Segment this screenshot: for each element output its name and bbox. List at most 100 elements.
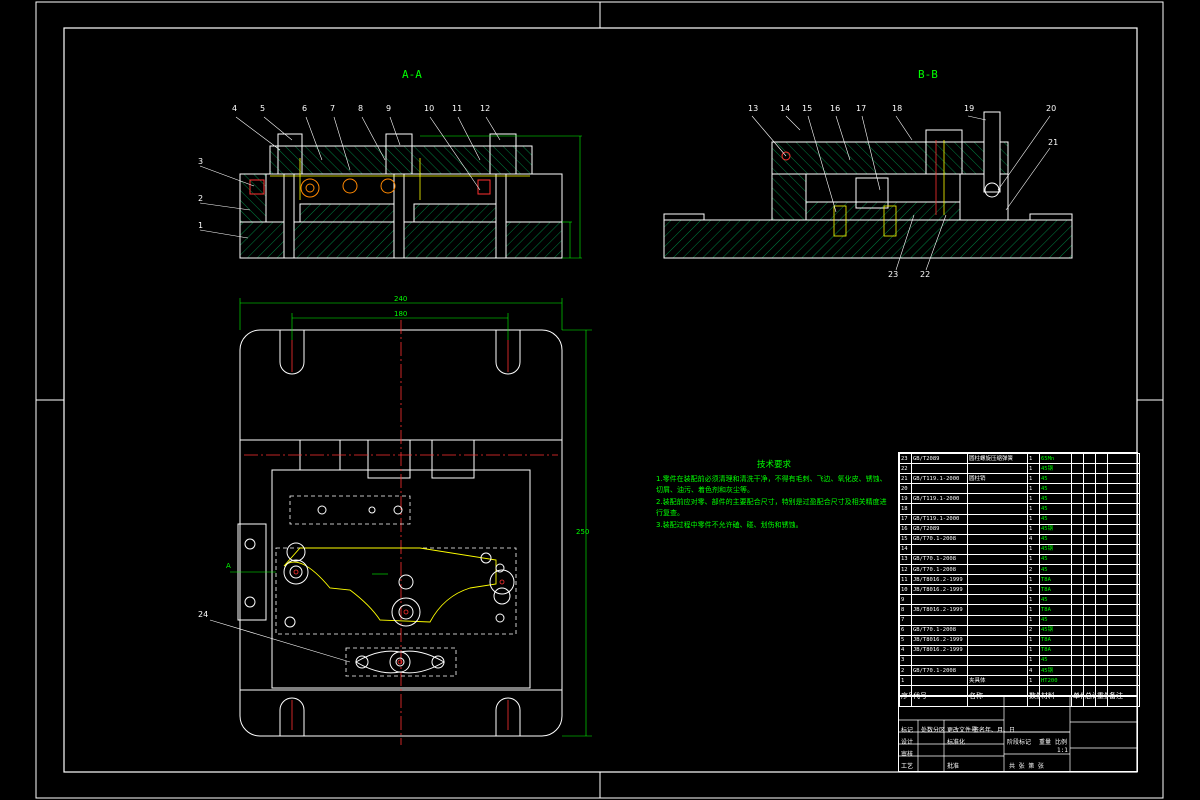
bom-cell-qty: 4 — [1027, 664, 1040, 677]
bom-cell-weight — [1095, 463, 1108, 475]
section-b-view — [663, 111, 1073, 259]
bom-cell-material: 45 — [1039, 594, 1072, 606]
bom-cell-remark — [1107, 503, 1140, 515]
bom-cell-name — [967, 513, 1028, 525]
bom-cell-qty: 1 — [1027, 543, 1040, 555]
bom-cell-material: 45 — [1039, 614, 1072, 626]
bom-cell-no: 3 — [899, 654, 912, 666]
bom-cell-weight — [1095, 483, 1108, 495]
bom-cell-total — [1083, 564, 1096, 576]
tb-date: 年、月、日 — [985, 727, 1016, 734]
bom-cell-weight — [1095, 594, 1108, 606]
bom-cell-name — [967, 553, 1028, 566]
bom-row: 18 1 45 — [899, 503, 1140, 515]
bom-cell-qty: 1 — [1027, 604, 1040, 616]
bom-cell-code: GB/T70.1-2008 — [911, 624, 968, 636]
bom-row: 11 JB/T8016.2-1999 1 T8A — [899, 574, 1140, 586]
bom-cell-remark — [1107, 473, 1140, 485]
balloon-9: 9 — [386, 104, 392, 113]
title-block: 标记 处数 分区 更改文件号 签名 年、月、日 设计 标准化 审核 工艺 批准 … — [898, 696, 1138, 772]
bom-cell-total — [1083, 664, 1096, 677]
bom-cell-unit — [1071, 584, 1084, 596]
bom-cell-code — [911, 675, 968, 687]
tb-sheets: 共 张 第 张 — [1009, 763, 1044, 770]
tb-count: 处数 — [921, 727, 934, 734]
bom-row: 14 1 45钢 — [899, 543, 1140, 555]
bom-cell-code — [911, 483, 968, 495]
bom-cell-remark — [1107, 634, 1140, 646]
bom-row: 16 GB/T2089 1 45钢 — [899, 523, 1140, 535]
bom-cell-total — [1083, 624, 1096, 636]
bom-cell-remark — [1107, 553, 1140, 566]
bom-cell-unit — [1071, 574, 1084, 586]
bom-cell-remark — [1107, 644, 1140, 656]
bom-cell-code: GB/T70.1-2008 — [911, 564, 968, 576]
bom-cell-weight — [1095, 503, 1108, 515]
bom-cell-qty: 1 — [1027, 675, 1040, 687]
bom-cell-material: 45钢 — [1039, 523, 1072, 535]
bom-cell-code: JB/T8016.2-1999 — [911, 604, 968, 616]
bom-row: 7 1 45 — [899, 614, 1140, 626]
bom-cell-weight — [1095, 493, 1108, 505]
bom-cell-weight — [1095, 574, 1108, 586]
bom-cell-code — [911, 594, 968, 606]
bom-cell-qty: 2 — [1027, 564, 1040, 576]
bom-cell-total — [1083, 604, 1096, 616]
bom-cell-remark — [1107, 574, 1140, 586]
bom-cell-total — [1083, 644, 1096, 656]
bom-cell-no: 18 — [899, 503, 912, 515]
bom-row: 6 GB/T70.1-2008 2 45钢 — [899, 624, 1140, 636]
bom-row: 21 GB/T119.1-2000 圆柱销 1 45 — [899, 473, 1140, 485]
bill-of-materials: 23 GB/T2089 圆柱螺旋压缩弹簧 1 65Mn 22 1 45钢 21 GB/T119.1… — [898, 452, 1140, 708]
bom-row: 15 GB/T70.1-2008 4 45 — [899, 533, 1140, 545]
bom-cell-unit — [1071, 533, 1084, 545]
bom-cell-remark — [1107, 654, 1140, 666]
bom-cell-material: 45钢 — [1039, 543, 1072, 555]
bom-row: 9 1 45 — [899, 594, 1140, 606]
balloon-8: 8 — [358, 104, 364, 113]
section-a-title: A-A — [402, 68, 422, 81]
bom-cell-material: 65Mn — [1039, 452, 1072, 465]
bom-cell-qty: 1 — [1027, 452, 1040, 465]
bom-cell-no: 22 — [899, 463, 912, 475]
bom-cell-unit — [1071, 564, 1084, 576]
tech-req-item-2: 2.装配前应对零、部件的主要配合尺寸，特别是过盈配合尺寸及相关精度进行复查。 — [656, 497, 887, 518]
bom-cell-weight — [1095, 473, 1108, 485]
bom-cell-name: 夹具体 — [967, 675, 1028, 687]
bom-cell-material: 45钢 — [1039, 463, 1072, 475]
balloon-11: 11 — [452, 104, 463, 113]
bom-cell-qty: 1 — [1027, 553, 1040, 566]
bom-cell-name: 圆柱螺旋压缩弹簧 — [967, 452, 1028, 465]
bom-cell-unit — [1071, 493, 1084, 505]
section-a-view — [239, 133, 582, 259]
bom-cell-unit — [1071, 594, 1084, 606]
bom-cell-material: 45 — [1039, 493, 1072, 505]
technical-requirements: 技术要求 1.零件在装配前必须清理和清洗干净，不得有毛刺、飞边、氧化皮、锈蚀、切… — [656, 460, 892, 531]
balloon-14: 14 — [780, 104, 791, 113]
bom-cell-qty: 1 — [1027, 473, 1040, 485]
bom-cell-weight — [1095, 553, 1108, 566]
bom-row: 12 GB/T70.1-2008 2 45 — [899, 564, 1140, 576]
tb-standard: 标准化 — [947, 739, 966, 746]
bom-cell-no: 20 — [899, 483, 912, 495]
bom-row: 13 GB/T70.1-2008 1 45 — [899, 553, 1140, 566]
bom-cell-total — [1083, 473, 1096, 485]
bom-cell-name: 圆柱销 — [967, 473, 1028, 485]
balloon-22: 22 — [920, 270, 931, 279]
bom-row: 19 GB/T119.1-2000 1 45 — [899, 493, 1140, 505]
bom-cell-qty: 1 — [1027, 463, 1040, 475]
bom-cell-name — [967, 503, 1028, 515]
bom-cell-weight — [1095, 513, 1108, 525]
bom-cell-qty: 1 — [1027, 584, 1040, 596]
section-b-balloon-row: 13 14 15 16 17 18 19 20 — [748, 104, 1068, 116]
tb-mark: 标记 — [901, 727, 914, 734]
bom-cell-unit — [1071, 624, 1084, 636]
bom-cell-code: JB/T8016.2-1999 — [911, 634, 968, 646]
bom-cell-qty: 1 — [1027, 574, 1040, 586]
bom-cell-remark — [1107, 614, 1140, 626]
bom-cell-no: 17 — [899, 513, 912, 525]
bom-cell-weight — [1095, 614, 1108, 626]
balloon-17: 17 — [856, 104, 867, 113]
section-b-title: B-B — [918, 68, 938, 81]
bom-cell-code: GB/T119.1-2000 — [911, 513, 968, 525]
